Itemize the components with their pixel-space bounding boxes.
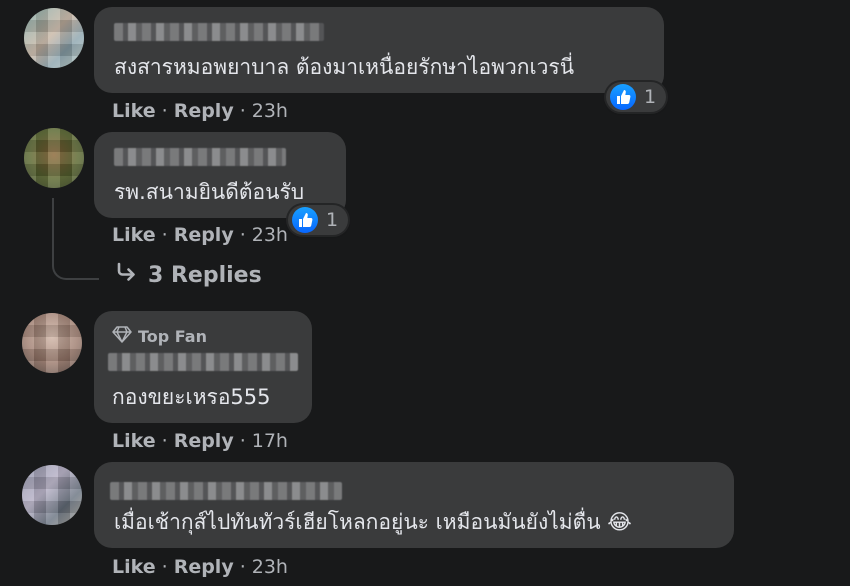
like-button[interactable]: Like (112, 430, 156, 452)
commenter-name-blurred[interactable] (114, 148, 286, 166)
comment-timestamp[interactable]: 23h (252, 100, 288, 122)
commenter-name-blurred[interactable] (108, 353, 298, 371)
reply-button[interactable]: Reply (174, 100, 234, 122)
reply-button[interactable]: Reply (174, 224, 234, 246)
reply-thread-connector (52, 198, 99, 280)
reaction-summary[interactable]: 1 (288, 205, 349, 235)
comment-bubble: เมื่อเช้ากุส์ไปทันทัวร์เฮียโหลกอยู่นะ เห… (94, 462, 734, 548)
avatar[interactable] (22, 313, 82, 373)
view-replies-link[interactable]: 3 Replies (116, 262, 262, 288)
badge-label: Top Fan (138, 326, 207, 346)
comment-actions: Like · Reply · 23h (112, 224, 288, 246)
like-reaction-icon (292, 207, 318, 233)
comment-timestamp[interactable]: 17h (252, 430, 288, 452)
comment-actions: Like · Reply · 23h (112, 556, 288, 578)
reaction-summary[interactable]: 1 (606, 82, 667, 112)
comment-timestamp[interactable]: 23h (252, 556, 288, 578)
like-reaction-icon (610, 84, 636, 110)
commenter-name-blurred[interactable] (110, 482, 342, 500)
like-button[interactable]: Like (112, 224, 156, 246)
avatar[interactable] (22, 465, 82, 525)
comment-thread: สงสารหมอพยาบาล ต้องมาเหนื่อยรักษาไอพวกเว… (0, 0, 850, 586)
replies-count-label: 3 Replies (148, 262, 262, 288)
like-button[interactable]: Like (112, 556, 156, 578)
reaction-count: 1 (326, 209, 339, 231)
comment-timestamp[interactable]: 23h (252, 224, 288, 246)
comment-text: สงสารหมอพยาบาล ต้องมาเหนื่อยรักษาไอพวกเว… (114, 55, 575, 79)
top-fan-badge: Top Fan (112, 325, 207, 347)
comment-actions: Like · Reply · 23h (112, 100, 288, 122)
comment-text: กองขยะเหรอ555 (112, 385, 271, 409)
reply-button[interactable]: Reply (174, 556, 234, 578)
comment-actions: Like · Reply · 17h (112, 430, 288, 452)
commenter-name-blurred[interactable] (114, 23, 324, 41)
comment-text: เมื่อเช้ากุส์ไปทันทัวร์เฮียโหลกอยู่นะ เห… (114, 510, 632, 534)
reply-button[interactable]: Reply (174, 430, 234, 452)
like-button[interactable]: Like (112, 100, 156, 122)
avatar[interactable] (24, 8, 84, 68)
avatar[interactable] (24, 128, 84, 188)
comment-bubble: สงสารหมอพยาบาล ต้องมาเหนื่อยรักษาไอพวกเว… (94, 7, 664, 93)
reaction-count: 1 (644, 86, 657, 108)
diamond-icon (112, 325, 132, 347)
reply-arrow-icon (116, 262, 138, 288)
comment-text: รพ.สนามยินดีต้อนรับ (114, 180, 305, 204)
comment-bubble: Top Fan กองขยะเหรอ555 (94, 311, 312, 423)
